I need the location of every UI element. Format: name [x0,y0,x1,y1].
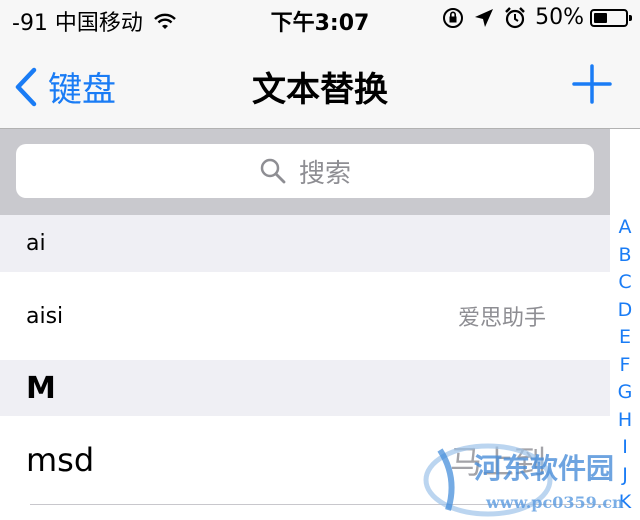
section-index-a[interactable]: A [619,214,632,242]
shortcut-label: 爱思助手 [457,306,546,331]
section-index-c[interactable]: C [618,269,631,297]
section-index-e[interactable]: E [619,324,631,352]
shortcut-label: 马上到 [449,443,546,481]
status-right: 50% [441,5,632,30]
status-bar: -91 中国移动 下午3:07 50% [0,0,640,40]
section-index-f[interactable]: F [620,352,631,380]
list-item[interactable]: aisi 爱思助手 [0,272,610,360]
replacement-list: ai aisi 爱思助手 M msd 马上到 [0,215,610,505]
location-arrow-icon [475,8,494,27]
list-item[interactable]: msd 马上到 [0,416,610,504]
section-index-b[interactable]: B [618,242,631,270]
battery-icon [590,8,632,27]
phrase-label: msd [26,441,95,479]
plus-icon[interactable] [572,64,612,104]
search-area: 搜索 [0,129,610,215]
section-index-g[interactable]: G [618,379,633,407]
section-index-i[interactable]: I [622,434,628,462]
phrase-label: aisi [26,303,64,329]
section-index-h[interactable]: H [618,407,632,435]
section-index[interactable]: ABCDEFGHIJK [610,214,640,520]
section-header-m: M [0,360,610,416]
row-separator [30,504,610,505]
alarm-clock-icon [505,6,525,28]
search-placeholder: 搜索 [298,158,351,189]
search-input[interactable]: 搜索 [16,144,594,198]
battery-tip [629,14,632,21]
search-icon [260,158,286,184]
page-title: 文本替换 [252,70,388,110]
section-index-j[interactable]: J [622,462,628,490]
battery-percent: 50% [535,5,584,30]
orientation-lock-icon [443,7,464,28]
section-index-d[interactable]: D [618,297,633,325]
section-index-k[interactable]: K [619,489,631,517]
section-header-a: ai [0,215,610,272]
section-header-label: M [26,370,56,406]
battery-fill [594,12,607,23]
section-header-label: ai [26,231,46,256]
navigation-bar: 键盘 文本替换 [0,40,640,129]
